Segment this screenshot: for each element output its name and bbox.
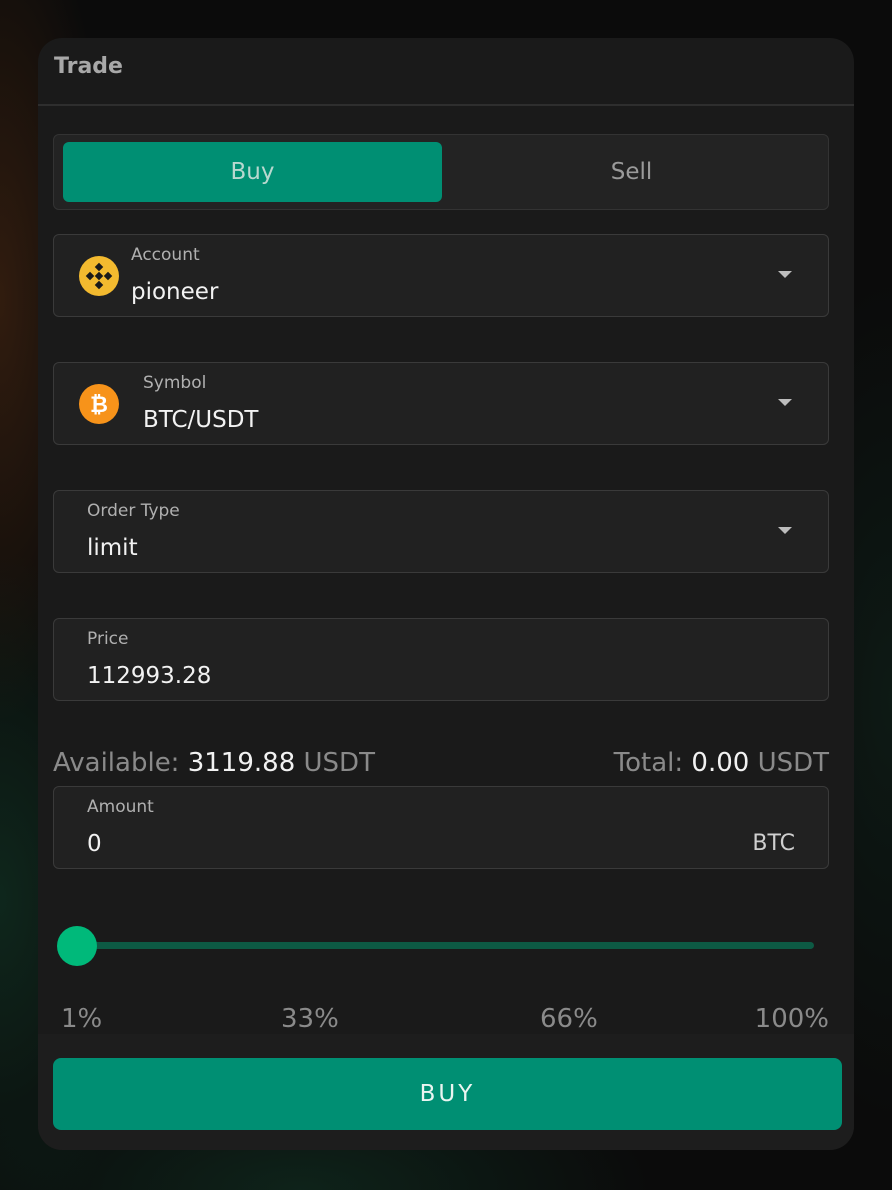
trade-card: Trade Buy Sell Account pioneer ₿ Symbol … [38,38,854,1150]
order-type-label: Order Type [87,501,180,521]
card-title: Trade [38,38,854,106]
slider-mark-66[interactable]: 66% [540,1004,598,1034]
slider-mark-100[interactable]: 100% [755,1004,829,1034]
chevron-down-icon [778,271,792,278]
available-unit: USDT [303,748,375,778]
account-value: pioneer [131,279,219,305]
account-label: Account [131,245,200,265]
account-select[interactable]: Account pioneer [53,234,829,317]
amount-unit: BTC [752,831,795,856]
symbol-value: BTC/USDT [143,407,259,433]
order-type-value: limit [87,535,138,561]
bitcoin-icon: ₿ [79,384,119,424]
slider-mark-1[interactable]: 1% [61,1004,102,1034]
available-info: Available: 3119.88 USDT [53,748,375,778]
amount-slider-track[interactable] [78,942,814,949]
amount-field[interactable]: Amount 0 BTC [53,786,829,869]
sell-tab[interactable]: Sell [442,142,821,202]
binance-icon [79,256,119,296]
amount-slider-thumb[interactable] [57,926,97,966]
price-field[interactable]: Price 112993.28 [53,618,829,701]
amount-label: Amount [87,797,154,817]
available-label: Available: [53,748,180,778]
amount-input[interactable]: 0 [87,831,102,857]
balance-row: Available: 3119.88 USDT Total: 0.00 USDT [53,748,829,784]
order-type-select[interactable]: Order Type limit [53,490,829,573]
price-label: Price [87,629,129,649]
total-value: 0.00 [691,748,750,778]
symbol-label: Symbol [143,373,207,393]
total-unit: USDT [757,748,829,778]
svg-text:₿: ₿ [90,393,108,418]
available-value: 3119.88 [187,748,296,778]
price-input[interactable]: 112993.28 [87,663,211,689]
buy-button[interactable]: BUY [53,1058,842,1130]
slider-mark-33[interactable]: 33% [281,1004,339,1034]
symbol-select[interactable]: ₿ Symbol BTC/USDT [53,362,829,445]
side-toggle: Buy Sell [53,134,829,210]
total-info: Total: 0.00 USDT [614,748,829,778]
chevron-down-icon [778,527,792,534]
total-label: Total: [613,748,684,778]
chevron-down-icon [778,399,792,406]
buy-tab[interactable]: Buy [63,142,442,202]
